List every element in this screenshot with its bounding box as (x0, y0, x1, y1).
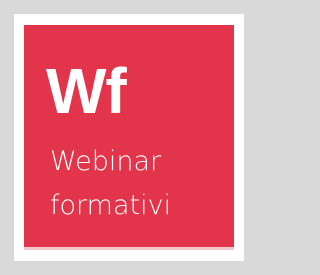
logo-tile: Wf Webinar formativi (24, 25, 234, 247)
logo-bottom-strip (24, 247, 234, 250)
logo-frame: Wf Webinar formativi (14, 14, 244, 261)
logo-monogram: Wf (46, 55, 127, 127)
logo-title-line-1: Webinar (50, 146, 162, 177)
logo-title-line-2: formativi (50, 190, 172, 221)
